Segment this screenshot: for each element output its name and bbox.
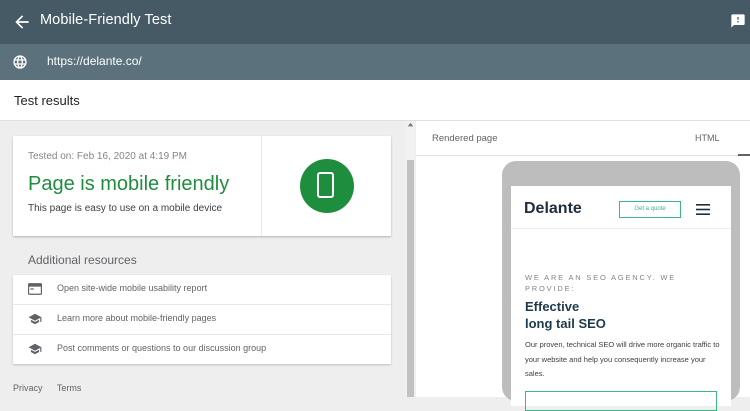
- url-bar: https://delante.co/: [0, 44, 750, 80]
- phone-preview: Delante Get a quote WE ARE AN SEO AGENCY…: [502, 161, 740, 411]
- tab-rendered-page[interactable]: Rendered page: [432, 133, 498, 144]
- scrollbar-thumb[interactable]: [407, 160, 414, 397]
- resource-item[interactable]: Open site-wide mobile usability report: [13, 275, 391, 305]
- resource-item[interactable]: Post comments or questions to our discus…: [13, 335, 391, 364]
- report-icon: [28, 283, 42, 295]
- site-paragraph: Our proven, technical SEO will drive mor…: [525, 340, 720, 378]
- back-arrow-icon[interactable]: [12, 12, 32, 32]
- site-header: Delante Get a quote: [511, 186, 731, 229]
- verdict-description: This page is easy to use on a mobile dev…: [28, 203, 222, 214]
- resource-label[interactable]: Open site-wide mobile usability report: [57, 283, 207, 293]
- card-divider: [261, 136, 262, 236]
- tab-html[interactable]: HTML: [695, 133, 720, 143]
- terms-link[interactable]: Terms: [57, 383, 82, 393]
- resources-title: Additional resources: [28, 253, 137, 267]
- tab-indicator: [738, 154, 750, 156]
- footer-links: Privacy Terms: [13, 383, 93, 393]
- result-card: Tested on: Feb 16, 2020 at 4:19 PM Page …: [13, 136, 391, 236]
- tested-on-text: Tested on: Feb 16, 2020 at 4:19 PM: [28, 151, 187, 162]
- headline-line-2: long tail SEO: [525, 316, 606, 331]
- feedback-icon[interactable]: [730, 13, 746, 29]
- tested-url[interactable]: https://delante.co/: [47, 54, 142, 68]
- get-quote-button[interactable]: Get a quote: [619, 201, 681, 218]
- site-cta-box[interactable]: [525, 391, 717, 411]
- site-headline: Effective long tail SEO: [525, 298, 606, 332]
- resource-label[interactable]: Post comments or questions to our discus…: [57, 343, 266, 353]
- resources-list: Open site-wide mobile usability report L…: [13, 275, 391, 364]
- results-header: Test results: [0, 80, 750, 121]
- phone-screen: Delante Get a quote WE ARE AN SEO AGENCY…: [511, 186, 731, 411]
- school-icon: [28, 313, 42, 325]
- school-icon: [28, 343, 42, 355]
- rendered-header: Rendered page HTML: [416, 121, 750, 156]
- results-pane: Tested on: Feb 16, 2020 at 4:19 PM Page …: [0, 121, 405, 397]
- phone-shape: [317, 172, 334, 198]
- scroll-up-icon[interactable]: [407, 121, 414, 129]
- results-heading: Test results: [14, 93, 80, 108]
- headline-line-1: Effective: [525, 299, 580, 314]
- globe-icon: [13, 55, 27, 69]
- verdict-text: Page is mobile friendly: [28, 173, 230, 195]
- app-header: Mobile-Friendly Test: [0, 0, 750, 44]
- page-title: Mobile-Friendly Test: [40, 12, 172, 28]
- site-tagline: WE ARE AN SEO AGENCY. WE PROVIDE:: [525, 273, 677, 293]
- privacy-link[interactable]: Privacy: [13, 383, 43, 393]
- site-logo: Delante: [524, 200, 582, 217]
- hamburger-menu-icon[interactable]: [696, 204, 710, 215]
- mobile-phone-icon: [300, 159, 354, 213]
- rendered-pane: Rendered page HTML Delante Get a quote W…: [416, 121, 750, 411]
- resource-label[interactable]: Learn more about mobile-friendly pages: [57, 313, 216, 323]
- resource-item[interactable]: Learn more about mobile-friendly pages: [13, 305, 391, 335]
